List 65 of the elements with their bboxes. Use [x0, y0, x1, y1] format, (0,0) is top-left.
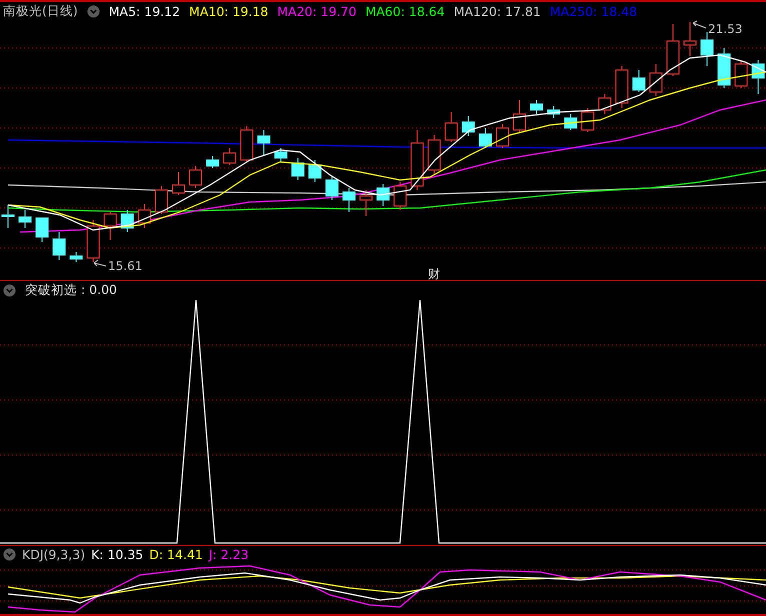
- candlestick: [240, 126, 254, 162]
- candlestick: [462, 116, 475, 136]
- candlestick: [189, 166, 202, 188]
- candlestick: [154, 186, 168, 214]
- candlestick: [530, 100, 544, 114]
- candlestick: [478, 128, 492, 148]
- chevron-down-icon[interactable]: [3, 284, 16, 297]
- candlestick: [342, 188, 356, 212]
- candlestick: [649, 64, 662, 96]
- candlestick: [444, 112, 458, 142]
- candlestick: [86, 220, 100, 262]
- candlestick: [581, 108, 594, 132]
- chart-title: KDJ(9,3,3): [22, 547, 86, 562]
- candlestick: [223, 148, 236, 166]
- candlestick: [410, 130, 424, 190]
- candlestick: [700, 32, 714, 66]
- candlestick: [120, 210, 134, 232]
- candlestick: [206, 156, 220, 168]
- candlestick: [496, 124, 509, 148]
- candlestick: [291, 158, 304, 180]
- candlestick: [684, 22, 696, 56]
- candlestick: [752, 60, 765, 94]
- candlestick: [718, 48, 731, 88]
- candlestick: [360, 190, 373, 216]
- candlestick: [394, 182, 407, 210]
- chevron-down-icon[interactable]: [3, 548, 16, 561]
- indicator-value: MA5: 19.12: [108, 4, 180, 18]
- candlestick: [70, 252, 83, 262]
- candlestick: [734, 60, 748, 88]
- candlestick: [632, 70, 646, 92]
- candlestick: [564, 114, 578, 130]
- high-price-label: 21.53: [708, 22, 742, 36]
- candlestick: [18, 210, 32, 228]
- indicator-value: MA120: 17.81: [454, 4, 541, 18]
- candlestick: [274, 148, 288, 162]
- candlestick: [513, 100, 526, 132]
- candlestick: [308, 160, 322, 182]
- candlestick: [138, 204, 151, 228]
- event-marker[interactable]: 财: [428, 267, 440, 280]
- chart-title: 南极光(日线): [3, 2, 78, 20]
- candlestick: [547, 106, 560, 118]
- candlestick: [428, 134, 441, 176]
- candlestick: [615, 66, 628, 108]
- candlestick: [666, 24, 680, 76]
- leader-line: [94, 260, 106, 266]
- chevron-down-icon[interactable]: [86, 4, 100, 18]
- candlestick: [172, 172, 185, 196]
- candlestick: [36, 218, 49, 242]
- low-price-label: 15.61: [108, 259, 142, 273]
- indicator-value: MA20: 19.70: [277, 4, 356, 18]
- candlestick: [2, 204, 14, 228]
- candlestick: [257, 130, 270, 156]
- candlestick: [104, 212, 117, 240]
- leader-line: [692, 20, 706, 28]
- indicator-value: 突破初选 : 0.00: [25, 282, 117, 299]
- indicator-value: J: 2.23: [208, 547, 249, 562]
- indicator-value: MA60: 18.64: [365, 4, 445, 18]
- indicator-value: K: 10.35: [91, 547, 144, 562]
- candlestick: [325, 176, 338, 200]
- indicator-value: D: 14.41: [149, 547, 203, 562]
- candlestick: [52, 232, 66, 260]
- candlestick: [376, 184, 390, 206]
- candlestick: [598, 94, 612, 114]
- indicator-value: MA10: 19.18: [189, 4, 268, 18]
- indicator-value: MA250: 18.48: [550, 4, 638, 18]
